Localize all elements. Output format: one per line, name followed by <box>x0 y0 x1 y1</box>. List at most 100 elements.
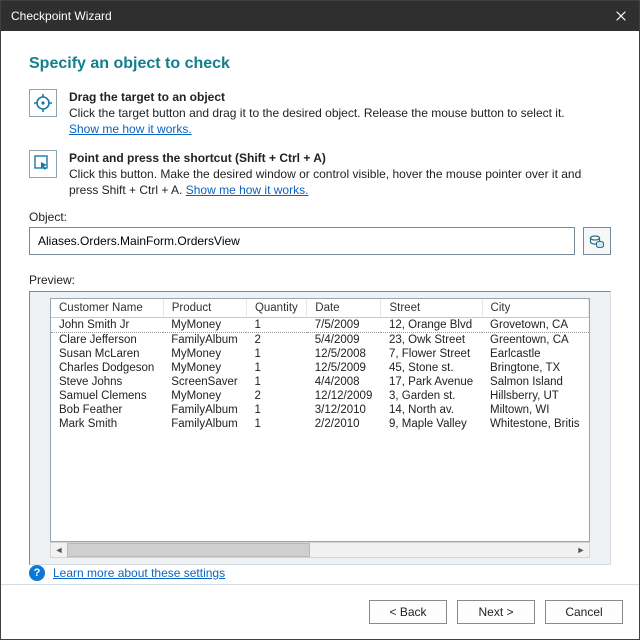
table-cell: 2 <box>246 333 306 348</box>
object-input[interactable] <box>29 227 575 255</box>
wizard-footer: < Back Next > Cancel <box>1 584 639 639</box>
window-close-button[interactable] <box>603 1 639 31</box>
table-cell: 1 <box>246 318 306 333</box>
instruction-drag-text: Drag the target to an object Click the t… <box>69 89 565 138</box>
table-cell: 12/12/2009 <box>307 389 381 403</box>
table-row[interactable]: John Smith JrMyMoney17/5/200912, Orange … <box>51 318 589 333</box>
help-icon: ? <box>29 565 45 581</box>
table-cell: 7/5/2009 <box>307 318 381 333</box>
scroll-left-arrow[interactable]: ◄ <box>51 543 67 557</box>
object-row <box>29 227 611 255</box>
table-cell: 9, Maple Valley <box>381 417 482 431</box>
table-cell: 7, Flower Street <box>381 347 482 361</box>
table-cell: Samuel Clemens <box>51 389 163 403</box>
show-me-link-2[interactable]: Show me how it works. <box>186 183 309 197</box>
scroll-thumb[interactable] <box>67 543 310 557</box>
table-cell: 1 <box>246 347 306 361</box>
table-cell: 12/5/2009 <box>307 361 381 375</box>
table-cell: 3, Garden st. <box>381 389 482 403</box>
object-picker-button[interactable] <box>583 227 611 255</box>
preview-label: Preview: <box>29 273 611 287</box>
table-cell: FamilyAlbum <box>163 403 246 417</box>
table-cell: Clare Jefferson <box>51 333 163 348</box>
preview-grid[interactable]: Customer NameProductQuantityDateStreetCi… <box>51 299 589 431</box>
instruction-shortcut-heading: Point and press the shortcut (Shift + Ct… <box>69 150 611 166</box>
cancel-button[interactable]: Cancel <box>545 600 623 624</box>
table-cell: Charles Dodgeson <box>51 361 163 375</box>
scroll-track[interactable] <box>67 543 573 557</box>
table-cell: MyMoney <box>163 389 246 403</box>
close-icon <box>616 11 626 21</box>
show-me-link-1[interactable]: Show me how it works. <box>69 122 192 136</box>
column-header[interactable]: Customer Name <box>51 299 163 318</box>
table-row[interactable]: Charles DodgesonMyMoney112/5/200945, Sto… <box>51 361 589 375</box>
horizontal-scrollbar[interactable]: ◄ ► <box>50 542 590 558</box>
page-title: Specify an object to check <box>29 55 611 73</box>
titlebar: Checkpoint Wizard <box>1 1 639 31</box>
table-cell: MyMoney <box>163 361 246 375</box>
table-cell: Miltown, WI <box>482 403 588 417</box>
table-cell: Whitestone, Britis <box>482 417 588 431</box>
table-cell: Grovetown, CA <box>482 318 588 333</box>
table-row[interactable]: Clare JeffersonFamilyAlbum25/4/200923, O… <box>51 333 589 348</box>
table-cell: Susan McLaren <box>51 347 163 361</box>
table-cell: FamilyAlbum <box>163 417 246 431</box>
column-header[interactable]: Street <box>381 299 482 318</box>
table-cell: 1 <box>246 361 306 375</box>
point-and-press-button[interactable] <box>29 150 57 178</box>
instruction-shortcut-text: Point and press the shortcut (Shift + Ct… <box>69 150 611 199</box>
table-row[interactable]: Samuel ClemensMyMoney212/12/20093, Garde… <box>51 389 589 403</box>
column-header[interactable]: City <box>482 299 588 318</box>
table-cell: Greentown, CA <box>482 333 588 348</box>
table-cell: Salmon Island <box>482 375 588 389</box>
object-label: Object: <box>29 210 611 224</box>
table-row[interactable]: Mark SmithFamilyAlbum12/2/20109, Maple V… <box>51 417 589 431</box>
target-icon <box>34 94 52 112</box>
table-row[interactable]: Bob FeatherFamilyAlbum13/12/201014, Nort… <box>51 403 589 417</box>
table-cell: Bringtone, TX <box>482 361 588 375</box>
table-cell: Mark Smith <box>51 417 163 431</box>
learn-more-link[interactable]: Learn more about these settings <box>53 566 225 580</box>
table-cell: Earlcastle <box>482 347 588 361</box>
column-header[interactable]: Product <box>163 299 246 318</box>
table-cell: Steve Johns <box>51 375 163 389</box>
window-title: Checkpoint Wizard <box>11 9 603 23</box>
table-row[interactable]: Susan McLarenMyMoney112/5/20087, Flower … <box>51 347 589 361</box>
table-cell: ScreenSaver <box>163 375 246 389</box>
object-picker-icon <box>589 233 605 249</box>
next-button[interactable]: Next > <box>457 600 535 624</box>
checkpoint-wizard-window: Checkpoint Wizard Specify an object to c… <box>0 0 640 640</box>
table-cell: Bob Feather <box>51 403 163 417</box>
instruction-shortcut: Point and press the shortcut (Shift + Ct… <box>29 150 611 199</box>
preview-grid-container: Customer NameProductQuantityDateStreetCi… <box>50 298 590 542</box>
table-cell: 2/2/2010 <box>307 417 381 431</box>
table-cell: 17, Park Avenue <box>381 375 482 389</box>
table-row[interactable]: Steve JohnsScreenSaver14/4/200817, Park … <box>51 375 589 389</box>
table-cell: 5/4/2009 <box>307 333 381 348</box>
instruction-drag: Drag the target to an object Click the t… <box>29 89 611 138</box>
table-cell: 23, Owk Street <box>381 333 482 348</box>
table-cell: 1 <box>246 375 306 389</box>
instruction-drag-heading: Drag the target to an object <box>69 89 565 105</box>
table-cell: 1 <box>246 417 306 431</box>
drag-target-button[interactable] <box>29 89 57 117</box>
instruction-drag-body: Click the target button and drag it to t… <box>69 106 565 120</box>
table-cell: 2 <box>246 389 306 403</box>
table-cell: FamilyAlbum <box>163 333 246 348</box>
column-header[interactable]: Date <box>307 299 381 318</box>
table-cell: John Smith Jr <box>51 318 163 333</box>
back-button[interactable]: < Back <box>369 600 447 624</box>
table-cell: 12/5/2008 <box>307 347 381 361</box>
column-header[interactable]: Quantity <box>246 299 306 318</box>
learn-more-row: ? Learn more about these settings <box>29 565 225 581</box>
table-cell: Hillsberry, UT <box>482 389 588 403</box>
table-cell: MyMoney <box>163 347 246 361</box>
table-cell: 1 <box>246 403 306 417</box>
table-cell: 12, Orange Blvd <box>381 318 482 333</box>
point-icon <box>34 155 52 173</box>
table-cell: 45, Stone st. <box>381 361 482 375</box>
table-cell: 14, North av. <box>381 403 482 417</box>
table-cell: 3/12/2010 <box>307 403 381 417</box>
scroll-right-arrow[interactable]: ► <box>573 543 589 557</box>
table-cell: MyMoney <box>163 318 246 333</box>
